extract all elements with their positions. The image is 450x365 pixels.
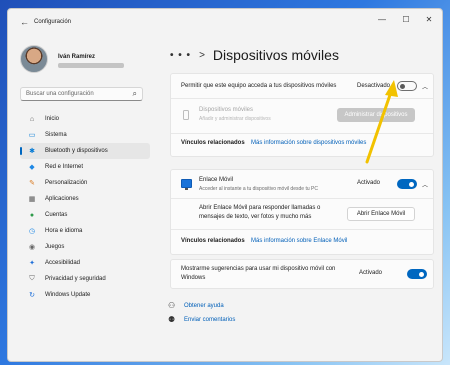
brush-icon: ✎: [29, 180, 35, 187]
suggestions-card: Mostrarme sugerencias para usar mi dispo…: [170, 259, 434, 289]
sidebar-item-sistema[interactable]: ▭ Sistema: [20, 127, 150, 143]
phone-link-description-2: mensajes de texto, ver fotos y mucho más: [199, 214, 312, 220]
sidebar-item-juegos[interactable]: ◉ Juegos: [20, 239, 150, 255]
permit-access-row: Permitir que este equipo acceda a tus di…: [171, 74, 433, 98]
system-icon: ▭: [28, 132, 36, 139]
title-bar: ← Configuración — ☐ ✕: [8, 9, 442, 35]
sidebar-item-cuentas[interactable]: ● Cuentas: [20, 207, 150, 223]
main-content: • • • > Dispositivos móviles Permitir qu…: [158, 35, 442, 361]
bluetooth-icon: ✱: [29, 148, 35, 155]
search-icon: ⌕: [132, 89, 137, 98]
sidebar-item-personalización[interactable]: ✎ Personalización: [20, 175, 150, 191]
phone-link-title: Enlace Móvil: [199, 177, 234, 183]
sidebar-item-privacidad-y-seguridad[interactable]: ⛉ Privacidad y seguridad: [20, 271, 150, 287]
back-arrow-icon[interactable]: ←: [20, 17, 29, 27]
sidebar-item-label: Juegos: [45, 244, 65, 250]
sidebar-item-accesibilidad[interactable]: ✦ Accesibilidad: [20, 255, 150, 271]
sidebar-item-label: Inicio: [45, 116, 60, 122]
send-feedback-label: Enviar comentarios: [184, 316, 236, 323]
mobile-devices-card: Permitir que este equipo acceda a tus di…: [170, 73, 434, 157]
sidebar-item-label: Privacidad y seguridad: [45, 276, 106, 282]
sidebar-item-label: Red e Internet: [45, 164, 84, 170]
accessibility-icon: ✦: [29, 260, 35, 267]
sidebar-item-hora-e-idioma[interactable]: ◷ Hora e idioma: [20, 223, 150, 239]
phone-link-description-1: Abrir Enlace Móvil para responder llamad…: [199, 205, 321, 211]
suggestions-state: Activado: [359, 270, 383, 276]
related-links-label: Vínculos relacionados: [181, 238, 245, 244]
phone-link-open-row: Abrir Enlace Móvil para responder llamad…: [171, 199, 433, 229]
phone-icon: [183, 110, 189, 120]
page-title: Dispositivos móviles: [212, 47, 339, 63]
sidebar-item-label: Aplicaciones: [45, 196, 79, 202]
network-icon: ◆: [29, 164, 35, 171]
phone-link-card: Enlace Móvil Acceder al instante a tu di…: [170, 169, 434, 255]
breadcrumb-separator: >: [199, 49, 205, 61]
breadcrumb: • • • > Dispositivos móviles: [170, 47, 339, 63]
sidebar: Iván Ramírez Buscar una configuración ⌕ …: [8, 35, 158, 361]
related-links-label: Vínculos relacionados: [181, 140, 245, 146]
permit-access-toggle[interactable]: [397, 81, 417, 91]
user-name: Iván Ramírez: [58, 54, 96, 60]
related-links-row: Vínculos relacionados Más información so…: [171, 134, 433, 158]
sidebar-item-label: Bluetooth y dispositivos: [45, 148, 108, 154]
accounts-icon: ●: [29, 211, 35, 219]
phone-link-info-link[interactable]: Más información sobre Enlace Móvil: [251, 238, 347, 244]
suggestions-label-2: Windows: [181, 275, 206, 281]
phone-link-state: Activado: [357, 180, 381, 186]
get-help-link[interactable]: ⚇ Obtener ayuda: [168, 301, 224, 310]
help-icon: ⚇: [168, 301, 176, 310]
breadcrumb-more-icon[interactable]: • • •: [170, 50, 191, 61]
permit-access-state: Desactivado: [357, 83, 391, 89]
devices-subtitle: Añadir y administrar dispositivos: [199, 116, 271, 122]
chevron-up-icon[interactable]: ︿: [422, 82, 428, 91]
sidebar-nav: ⌂ Inicio ▭ Sistema ✱ Bluetooth y dispositivos…: [20, 111, 150, 303]
window-title: Configuración: [34, 19, 72, 25]
sidebar-item-red-e-internet[interactable]: ◆ Red e Internet: [20, 159, 150, 175]
phone-link-toggle[interactable]: [397, 179, 417, 189]
sidebar-item-aplicaciones[interactable]: ▦ Aplicaciones: [20, 191, 150, 207]
sidebar-item-label: Personalización: [45, 180, 88, 186]
suggestions-toggle[interactable]: [407, 269, 427, 279]
shield-icon: ⛉: [29, 275, 35, 282]
mobile-devices-info-link[interactable]: Más información sobre dispositivos móvil…: [251, 140, 366, 146]
apps-icon: ▦: [28, 196, 36, 203]
phone-link-icon: [181, 179, 192, 190]
close-icon[interactable]: ✕: [423, 15, 435, 24]
sidebar-item-label: Windows Update: [45, 292, 91, 298]
manage-devices-button[interactable]: Administrar dispositivos: [337, 108, 415, 122]
phone-link-subtitle: Acceder al instante a tu dispositivo móv…: [199, 186, 318, 192]
sidebar-item-bluetooth-y-dispositivos[interactable]: ✱ Bluetooth y dispositivos: [20, 143, 150, 159]
gamepad-icon: ◉: [28, 244, 36, 251]
search-input[interactable]: Buscar una configuración ⌕: [20, 87, 143, 101]
avatar: [20, 45, 48, 73]
phone-link-row: Enlace Móvil Acceder al instante a tu di…: [171, 170, 433, 198]
send-feedback-link[interactable]: ⚉ Enviar comentarios: [168, 315, 235, 324]
permit-access-label: Permitir que este equipo acceda a tus di…: [181, 83, 337, 89]
search-placeholder: Buscar una configuración: [26, 91, 94, 97]
settings-window: ← Configuración — ☐ ✕ Iván Ramírez Busca…: [7, 8, 443, 362]
maximize-icon[interactable]: ☐: [400, 15, 412, 24]
sidebar-item-label: Cuentas: [45, 212, 68, 218]
related-links-row: Vínculos relacionados Más información so…: [171, 230, 433, 256]
user-profile[interactable]: Iván Ramírez: [20, 45, 158, 75]
user-email-redacted: [58, 63, 124, 68]
sidebar-item-label: Hora e idioma: [45, 228, 83, 234]
suggestions-label-1: Mostrarme sugerencias para usar mi dispo…: [181, 266, 336, 272]
update-icon: ↻: [29, 292, 35, 299]
open-phone-link-button[interactable]: Abrir Enlace Móvil: [347, 207, 415, 221]
feedback-icon: ⚉: [168, 315, 176, 324]
sidebar-item-label: Sistema: [45, 132, 67, 138]
minimize-icon[interactable]: —: [376, 15, 388, 24]
sidebar-item-inicio[interactable]: ⌂ Inicio: [20, 111, 150, 127]
sidebar-item-windows-update[interactable]: ↻ Windows Update: [20, 287, 150, 303]
chevron-up-icon[interactable]: ︿: [422, 180, 428, 189]
mobile-devices-row: Dispositivos móviles Añadir y administra…: [171, 99, 433, 133]
clock-icon: ◷: [28, 228, 36, 235]
sidebar-item-label: Accesibilidad: [45, 260, 81, 266]
get-help-label: Obtener ayuda: [184, 302, 224, 309]
home-icon: ⌂: [29, 115, 35, 123]
devices-title: Dispositivos móviles: [199, 107, 254, 113]
